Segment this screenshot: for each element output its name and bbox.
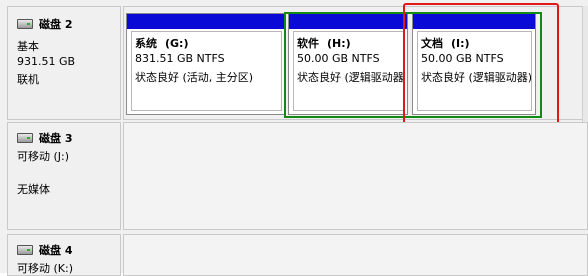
disk-name: 磁盘 3	[39, 132, 73, 145]
partition-header-bar	[127, 14, 285, 29]
disk-type: 可移动 (J:)	[17, 150, 70, 163]
disk-type: 可移动 (K:)	[17, 262, 73, 275]
disk-status: 无媒体	[17, 183, 50, 196]
disk-2-label[interactable]: 磁盘 2 基本 931.51 GB 联机	[7, 6, 121, 120]
partition-status: 状态良好 (活动, 主分区)	[135, 71, 254, 84]
removable-drive-icon	[17, 245, 33, 255]
disk-name: 磁盘 4	[39, 244, 73, 257]
selected-partition-highlight	[403, 3, 559, 130]
disk-status: 联机	[17, 73, 39, 86]
disk-row-3: 磁盘 3 可移动 (J:) 无媒体	[0, 122, 588, 230]
disk-row-4: 磁盘 4 可移动 (K:)	[0, 234, 588, 276]
disk-type: 基本	[17, 40, 39, 53]
hard-drive-icon	[17, 19, 33, 29]
partition-name: 系统	[135, 37, 157, 50]
partition-g[interactable]: 系统 (G:) 831.51 GB NTFS 状态良好 (活动, 主分区)	[126, 13, 286, 115]
partition-letter: (G:)	[165, 37, 189, 50]
removable-drive-icon	[17, 133, 33, 143]
disk-name: 磁盘 2	[39, 18, 73, 31]
disk-3-label[interactable]: 磁盘 3 可移动 (J:) 无媒体	[7, 122, 121, 230]
disk-management-view: 磁盘 2 基本 931.51 GB 联机 系统 (G:) 831.51 GB NT…	[0, 0, 588, 276]
disk-4-area	[123, 234, 588, 276]
disk-size: 931.51 GB	[17, 55, 76, 68]
partition-size-fs: 831.51 GB NTFS	[135, 52, 225, 65]
disk-4-label[interactable]: 磁盘 4 可移动 (K:)	[7, 234, 121, 276]
disk-3-area	[123, 122, 588, 230]
